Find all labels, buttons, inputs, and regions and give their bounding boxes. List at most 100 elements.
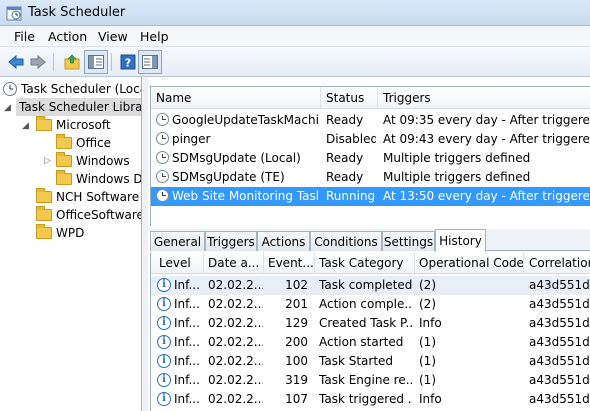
pane-splitter[interactable] (142, 77, 148, 411)
history-date: 02.02.2... (208, 278, 263, 292)
tree-item-microsoft[interactable]: Microsoft (36, 116, 111, 134)
task-triggers: At 09:43 every day - After triggered, re… (383, 132, 589, 146)
history-correlation: a43d551d-6... (529, 354, 590, 368)
tree-item-library[interactable]: Task Scheduler Library (16, 98, 142, 116)
task-list-header: Name Status Triggers (151, 87, 590, 109)
task-triggers: At 13:50 every day - After triggered, re… (383, 189, 589, 203)
history-row[interactable]: i Inf... 02.02.2... 201 Action comple... (2) a… (151, 295, 590, 314)
toolbar: ? (0, 47, 590, 77)
menu-view[interactable]: View (98, 29, 128, 44)
history-category: Task triggered ... (319, 392, 413, 406)
history-level: Inf... (174, 335, 200, 349)
history-row[interactable]: i Inf... 02.02.2... 102 Task completed (2) a43… (151, 276, 590, 295)
task-row[interactable]: Web Site Monitoring Task Running At 13:50 … (151, 187, 590, 206)
menu-action[interactable]: Action (48, 29, 87, 44)
history-correlation: a43d551d-6... (529, 316, 590, 330)
clock-icon (156, 170, 169, 183)
tree-item-root[interactable]: Task Scheduler (Local) (2, 80, 142, 98)
task-name: SDMsgUpdate (Local) (172, 151, 301, 165)
forward-button[interactable] (26, 50, 50, 74)
task-row[interactable]: SDMsgUpdate (TE) Ready Multiple triggers d… (151, 168, 590, 187)
properties-icon (142, 55, 158, 69)
column-divider[interactable] (263, 252, 264, 274)
task-row[interactable]: GoogleUpdateTaskMachineCore Ready At 09:35… (151, 111, 590, 130)
history-category: Task Engine re... (319, 373, 413, 387)
column-header-triggers[interactable]: Triggers (383, 91, 431, 105)
tab-triggers[interactable]: Triggers (205, 231, 257, 251)
history-level: Inf... (174, 354, 200, 368)
history-event-id: 100 (285, 354, 308, 368)
task-name: Web Site Monitoring Task (172, 189, 318, 203)
task-row[interactable]: pinger Disabled At 09:43 every day - After… (151, 130, 590, 149)
tab-general[interactable]: General (150, 231, 205, 251)
task-detail-tabs: General Triggers Actions Conditions Settings… (150, 229, 590, 252)
info-icon: i (157, 392, 171, 406)
forward-arrow-icon (30, 54, 46, 70)
clock-icon (156, 132, 169, 145)
column-header-correlation[interactable]: Correlation (529, 256, 590, 270)
properties-button[interactable] (138, 50, 162, 74)
menu-file[interactable]: File (14, 29, 35, 44)
history-row[interactable]: i Inf... 02.02.2... 129 Created Task P... Inf… (151, 314, 590, 333)
history-opcode: Info (419, 316, 442, 330)
history-row[interactable]: i Inf... 02.02.2... 107 Task triggered ... In… (151, 390, 590, 409)
column-divider[interactable] (320, 87, 321, 109)
column-divider[interactable] (414, 252, 415, 274)
collapse-icon[interactable]: ◢ (4, 103, 11, 113)
tab-actions[interactable]: Actions (257, 231, 310, 251)
toolbar-separator (111, 53, 112, 71)
column-divider[interactable] (523, 252, 524, 274)
history-event-id: 200 (285, 335, 308, 349)
info-icon: i (157, 373, 171, 387)
title-bar: Task Scheduler (0, 0, 590, 26)
column-header-date[interactable]: Date a... (208, 256, 259, 270)
tab-conditions[interactable]: Conditions (310, 231, 382, 251)
column-header-category[interactable]: Task Category (319, 256, 404, 270)
folder-icon (36, 116, 52, 131)
history-row[interactable]: i Inf... 02.02.2... 319 Task Engine re... (1)… (151, 371, 590, 390)
tree-item-label: Task Scheduler (Local) (21, 82, 142, 96)
history-event-id: 201 (285, 297, 308, 311)
up-folder-button[interactable] (60, 50, 84, 74)
column-divider[interactable] (377, 87, 378, 109)
history-row[interactable]: i Inf... 02.02.2... 200 Action started (1) a43… (151, 333, 590, 352)
tree-item-wpd[interactable]: WPD (36, 224, 84, 242)
folder-icon (56, 170, 72, 185)
column-header-level[interactable]: Level (159, 256, 191, 270)
toolbar-separator (53, 53, 54, 71)
history-correlation: a43d551d-6... (529, 335, 590, 349)
back-button[interactable] (4, 50, 28, 74)
help-button[interactable]: ? (116, 50, 140, 74)
menu-help[interactable]: Help (140, 29, 169, 44)
column-divider[interactable] (314, 252, 315, 274)
tree-item-officesoftware[interactable]: OfficeSoftware (36, 206, 142, 224)
back-arrow-icon (8, 54, 24, 70)
history-row[interactable]: i Inf... 02.02.2... 100 Task Started (1) a43d5… (151, 352, 590, 371)
task-name: SDMsgUpdate (TE) (172, 170, 285, 184)
expand-icon[interactable]: ▷ (44, 156, 51, 166)
tree-item-nch-software[interactable]: NCH Software (36, 188, 139, 206)
task-row[interactable]: SDMsgUpdate (Local) Ready Multiple trigger… (151, 149, 590, 168)
tree-item-windows[interactable]: Windows (56, 152, 130, 170)
history-date: 02.02.2... (208, 392, 263, 406)
tree-item-office[interactable]: Office (56, 134, 111, 152)
clock-icon (156, 113, 169, 126)
info-icon: i (157, 316, 171, 330)
tree-item-label: Windows Defender (76, 172, 142, 186)
history-category: Task completed (319, 278, 413, 292)
tree-item-label: Task Scheduler Library (19, 100, 142, 114)
tree-item-windows-defender[interactable]: Windows Defender (56, 170, 142, 188)
column-header-name[interactable]: Name (156, 91, 191, 105)
show-hide-tree-button[interactable] (84, 50, 108, 74)
column-header-status[interactable]: Status (326, 91, 364, 105)
history-event-id: 107 (285, 392, 308, 406)
info-icon: i (157, 278, 171, 292)
history-event-id: 129 (285, 316, 308, 330)
tab-settings[interactable]: Settings (382, 231, 435, 251)
column-divider[interactable] (203, 252, 204, 274)
tab-history[interactable]: History (435, 229, 486, 252)
tree-item-label: OfficeSoftware (56, 208, 142, 222)
collapse-icon[interactable]: ◢ (22, 121, 29, 131)
column-header-opcode[interactable]: Operational Code (419, 256, 524, 270)
column-header-event[interactable]: Event... (268, 256, 314, 270)
